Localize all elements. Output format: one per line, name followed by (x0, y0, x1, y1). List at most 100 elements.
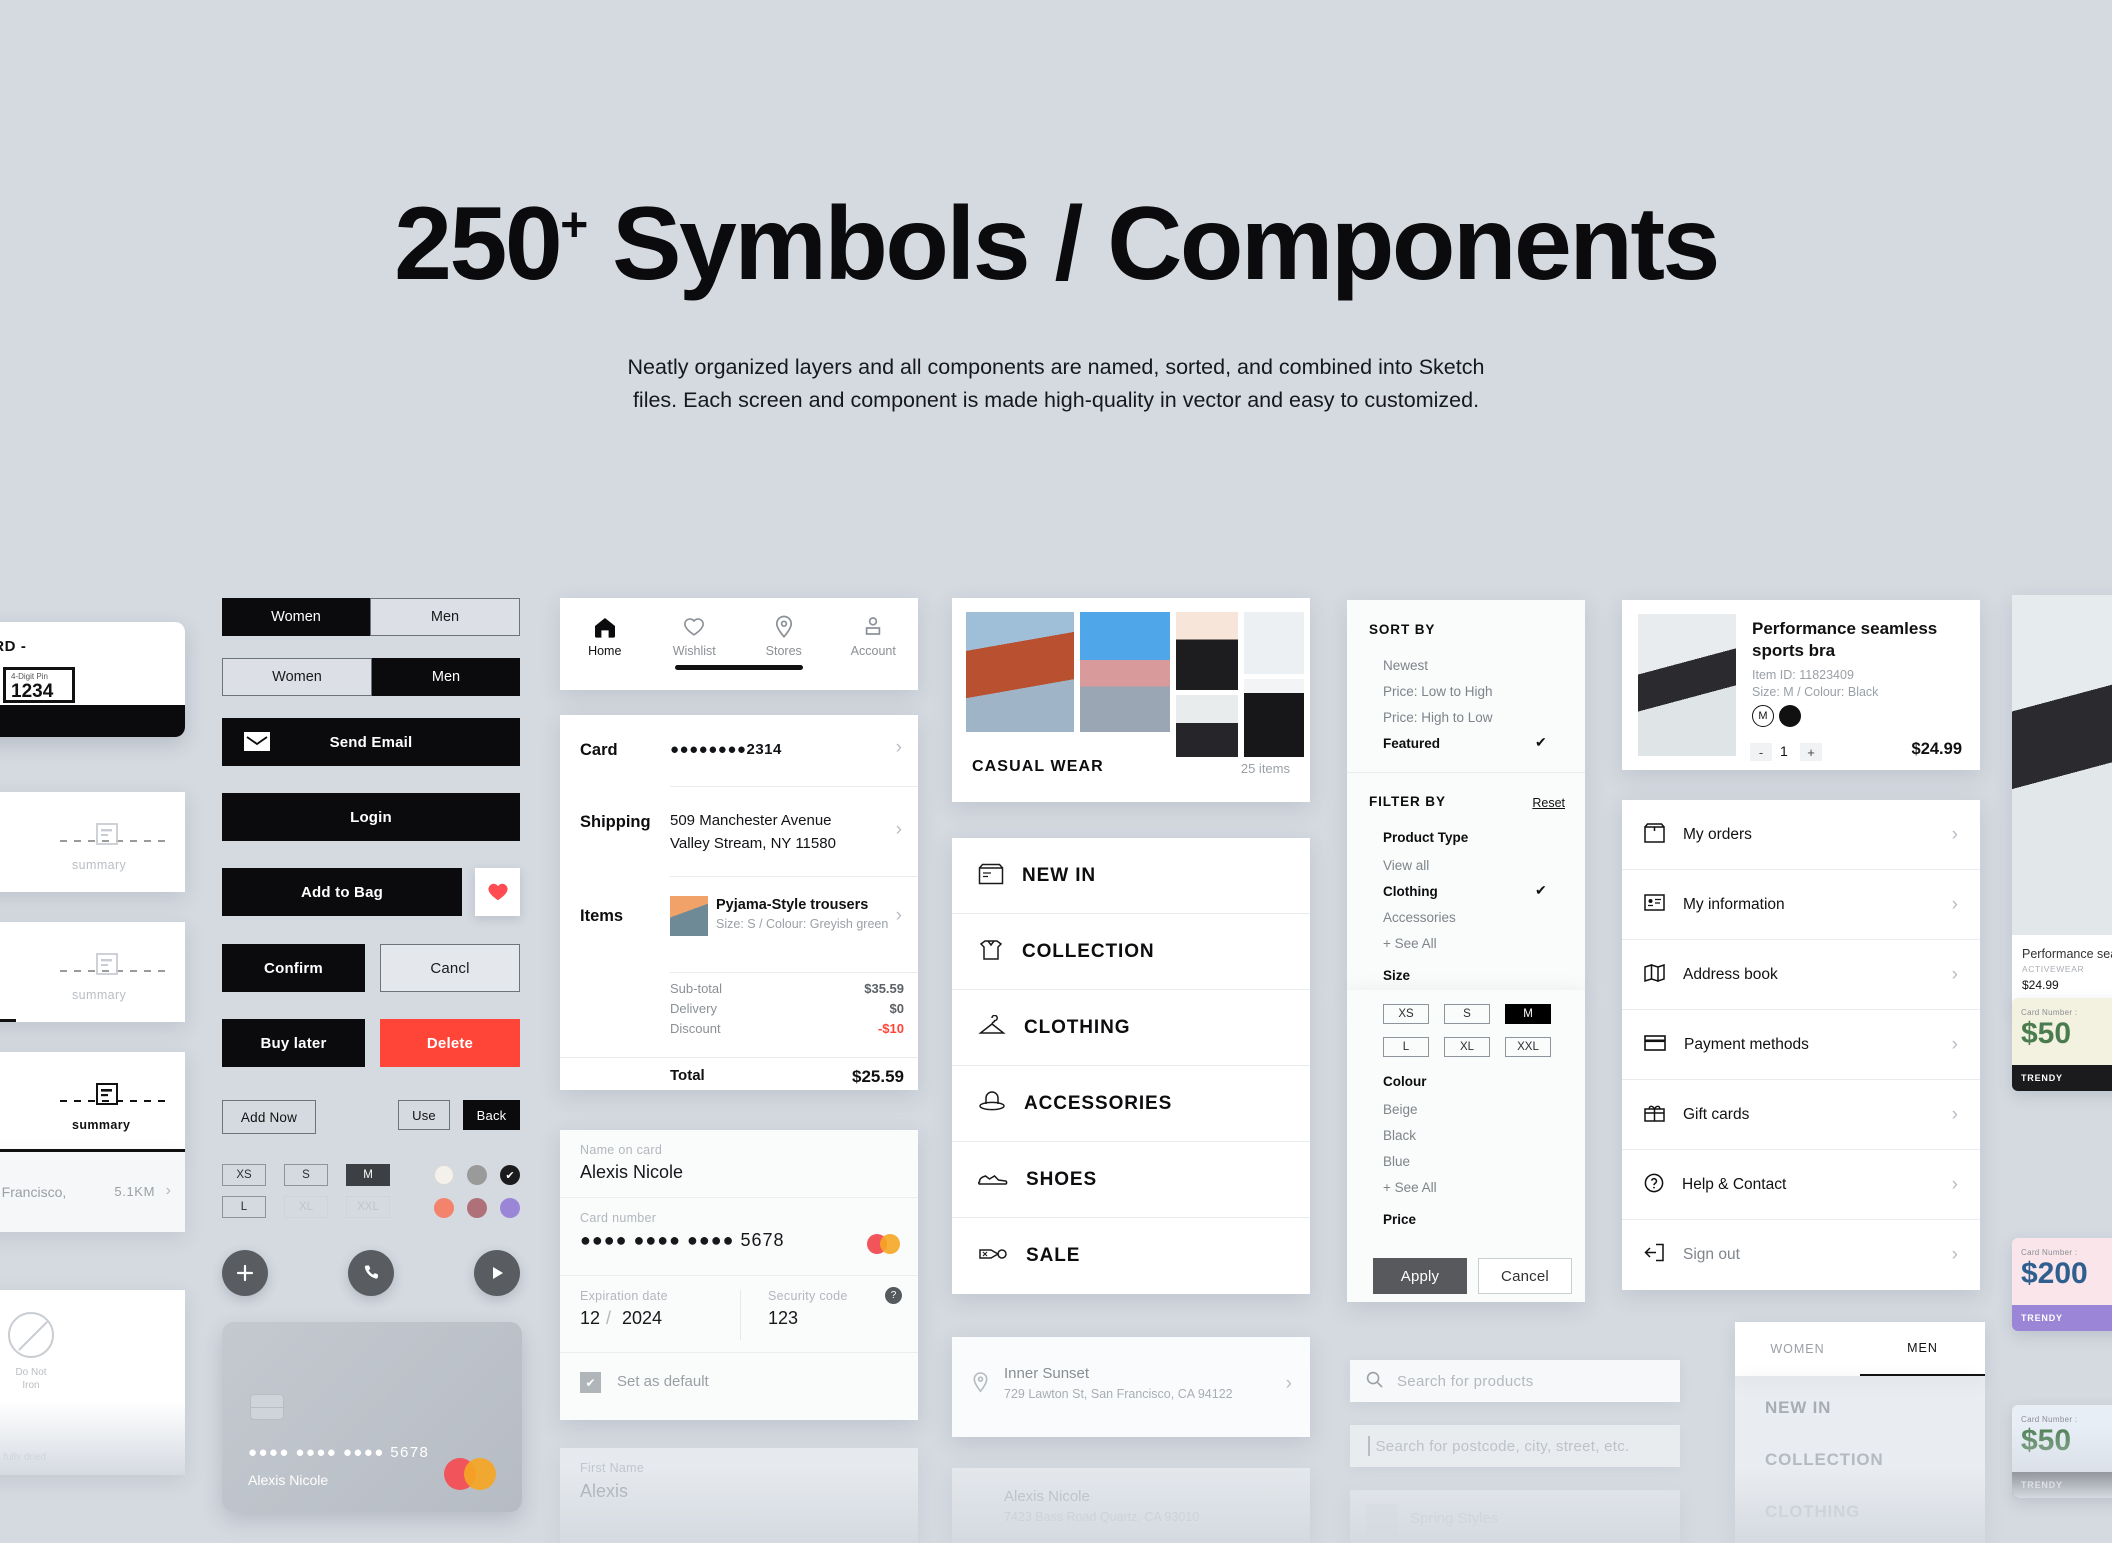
field-expiry-cvv[interactable]: Expiration date 12 / 2024 Security code … (560, 1276, 918, 1353)
category-item-clothing[interactable]: CLOTHING (952, 990, 1310, 1066)
field-card-number[interactable]: Card number ●●●● ●●●● ●●●● 5678 (560, 1198, 918, 1276)
play-fab-button[interactable] (474, 1250, 520, 1296)
filter-size-m[interactable]: M (1505, 1004, 1551, 1024)
sort-option-price-low-high[interactable]: Price: Low to High (1383, 684, 1493, 699)
wm-category-collection[interactable]: COLLECTION (1765, 1450, 1884, 1470)
field-name-on-card[interactable]: Name on card Alexis Nicole (560, 1130, 918, 1198)
collection-card[interactable]: CASUAL WEAR 25 items (952, 598, 1310, 802)
color-swatch-grey[interactable] (467, 1165, 487, 1185)
gift-tile-200[interactable]: Card Number : $200 TRENDY (2012, 1238, 2112, 1331)
login-button[interactable]: Login (222, 793, 520, 841)
delete-button[interactable]: Delete (380, 1019, 520, 1067)
postcode-search-bar[interactable]: Search for postcode, city, street, etc. (1350, 1425, 1680, 1467)
segmented-control-1[interactable]: Women Men (222, 598, 520, 636)
store-card-faded[interactable]: Alexis Nicole 7423 Bass Road Quartz, CA … (952, 1468, 1310, 1543)
segmented-control-2[interactable]: Women Men (222, 658, 520, 696)
tab-wishlist[interactable]: Wishlist (650, 612, 740, 690)
account-item-sign-out[interactable]: Sign out › (1622, 1220, 1980, 1290)
size-badge[interactable]: M (1752, 705, 1774, 727)
product-type-view-all[interactable]: View all (1383, 858, 1429, 873)
spring-styles-card[interactable]: Spring Styles (1350, 1469, 1680, 1543)
confirm-button[interactable]: Confirm (222, 944, 365, 992)
filter-size-l[interactable]: L (1383, 1037, 1429, 1057)
sort-option-featured[interactable]: Featured (1383, 736, 1440, 751)
size-chip-xxl[interactable]: XXL (346, 1196, 390, 1218)
women-men-tabs[interactable]: WOMEN MEN (1735, 1322, 1985, 1376)
question-icon[interactable]: ? (885, 1287, 902, 1304)
use-button[interactable]: Use (398, 1100, 450, 1130)
bottom-tab-bar[interactable]: Home Wishlist Stores Account (560, 598, 918, 690)
cancel-button[interactable]: Cancl (380, 944, 520, 992)
account-item-my-information[interactable]: My information › (1622, 870, 1980, 940)
send-email-button[interactable]: Send Email (222, 718, 520, 766)
add-to-bag-button[interactable]: Add to Bag (222, 868, 462, 916)
segment-women[interactable]: Women (222, 598, 370, 636)
reset-link[interactable]: Reset (1532, 796, 1565, 810)
add-now-button[interactable]: Add Now (222, 1100, 316, 1134)
tab-home[interactable]: Home (560, 612, 650, 690)
color-swatch-purple[interactable] (500, 1198, 520, 1218)
category-item-accessories[interactable]: ACCESSORIES (952, 1066, 1310, 1142)
checkout-row-shipping[interactable]: Shipping 509 Manchester Avenue Valley St… (560, 787, 918, 877)
tab-women[interactable]: WOMEN (1735, 1322, 1860, 1376)
first-name-field-card[interactable]: First Name Alexis (560, 1448, 918, 1543)
size-chip-xl[interactable]: XL (284, 1196, 328, 1218)
filter-size-xxl[interactable]: XXL (1505, 1037, 1551, 1057)
sort-option-price-high-low[interactable]: Price: High to Low (1383, 710, 1493, 725)
account-item-my-orders[interactable]: My orders › (1622, 800, 1980, 870)
qty-increase-button[interactable]: + (1800, 743, 1822, 761)
size-chip-xs[interactable]: XS (222, 1164, 266, 1186)
store-distance-card[interactable]: n Francisco, 5.1KM › (0, 1152, 185, 1232)
size-chip-l[interactable]: L (222, 1196, 266, 1218)
product-type-see-all[interactable]: + See All (1383, 936, 1437, 951)
wishlist-button[interactable] (475, 868, 520, 916)
back-button[interactable]: Back (463, 1100, 520, 1130)
filter-cancel-button[interactable]: Cancel (1478, 1258, 1572, 1294)
account-item-gift-cards[interactable]: Gift cards › (1622, 1080, 1980, 1150)
gift-card-component[interactable]: GIFT CARD - 0000 4-Digit Pin 1234 (0, 622, 185, 737)
product-search-bar[interactable]: Search for products (1350, 1360, 1680, 1402)
category-item-sale[interactable]: SALE (952, 1218, 1310, 1294)
wm-category-new-in[interactable]: NEW IN (1765, 1398, 1831, 1418)
segment-men[interactable]: Men (372, 658, 520, 696)
filter-size-s[interactable]: S (1444, 1004, 1490, 1024)
account-item-help-contact[interactable]: Help & Contact › (1622, 1150, 1980, 1220)
color-swatch-coral[interactable] (434, 1198, 454, 1218)
category-item-collection[interactable]: COLLECTION (952, 914, 1310, 990)
category-item-new-in[interactable]: NEW IN (952, 838, 1310, 914)
account-item-payment-methods[interactable]: Payment methods › (1622, 1010, 1980, 1080)
tab-stores[interactable]: Stores (739, 612, 829, 690)
segment-women[interactable]: Women (222, 658, 372, 696)
wm-category-clothing[interactable]: CLOTHING (1765, 1502, 1860, 1522)
tab-account[interactable]: Account (829, 612, 919, 690)
size-chip-m[interactable]: M (346, 1164, 390, 1186)
product-type-clothing[interactable]: Clothing (1383, 884, 1438, 899)
color-swatch-black[interactable] (500, 1165, 520, 1185)
colour-black[interactable]: Black (1383, 1128, 1416, 1143)
sort-option-newest[interactable]: Newest (1383, 658, 1428, 673)
product-type-accessories[interactable]: Accessories (1383, 910, 1456, 925)
call-fab-button[interactable] (348, 1250, 394, 1296)
store-card[interactable]: Inner Sunset 729 Lawton St, San Francisc… (952, 1337, 1310, 1437)
qty-decrease-button[interactable]: - (1750, 743, 1772, 761)
segment-men[interactable]: Men (370, 598, 520, 636)
apply-button[interactable]: Apply (1373, 1258, 1467, 1294)
filter-size-xs[interactable]: XS (1383, 1004, 1429, 1024)
tab-men[interactable]: MEN (1860, 1322, 1985, 1376)
checkout-row-card[interactable]: Card ●●●●●●●●2314 › (560, 715, 918, 787)
color-swatch-mauve[interactable] (467, 1198, 487, 1218)
buy-later-button[interactable]: Buy later (222, 1019, 365, 1067)
gift-card-pin[interactable]: 4-Digit Pin 1234 (3, 667, 75, 703)
category-item-shoes[interactable]: SHOES (952, 1142, 1310, 1218)
colour-see-all[interactable]: + See All (1383, 1180, 1437, 1195)
filter-size-xl[interactable]: XL (1444, 1037, 1490, 1057)
colour-blue[interactable]: Blue (1383, 1154, 1410, 1169)
colour-swatch-black[interactable] (1779, 705, 1801, 727)
size-chip-s[interactable]: S (284, 1164, 328, 1186)
color-swatch-beige[interactable] (434, 1165, 454, 1185)
checkout-row-items[interactable]: Items Pyjama-Style trousers Size: S / Co… (560, 877, 918, 973)
colour-beige[interactable]: Beige (1383, 1102, 1418, 1117)
account-item-address-book[interactable]: Address book › (1622, 940, 1980, 1010)
right-product-card[interactable]: Performance sea ACTIVEWEAR $24.99 (2012, 595, 2112, 1006)
gift-tile-50-b[interactable]: Card Number : $50 TRENDY (2012, 1405, 2112, 1498)
